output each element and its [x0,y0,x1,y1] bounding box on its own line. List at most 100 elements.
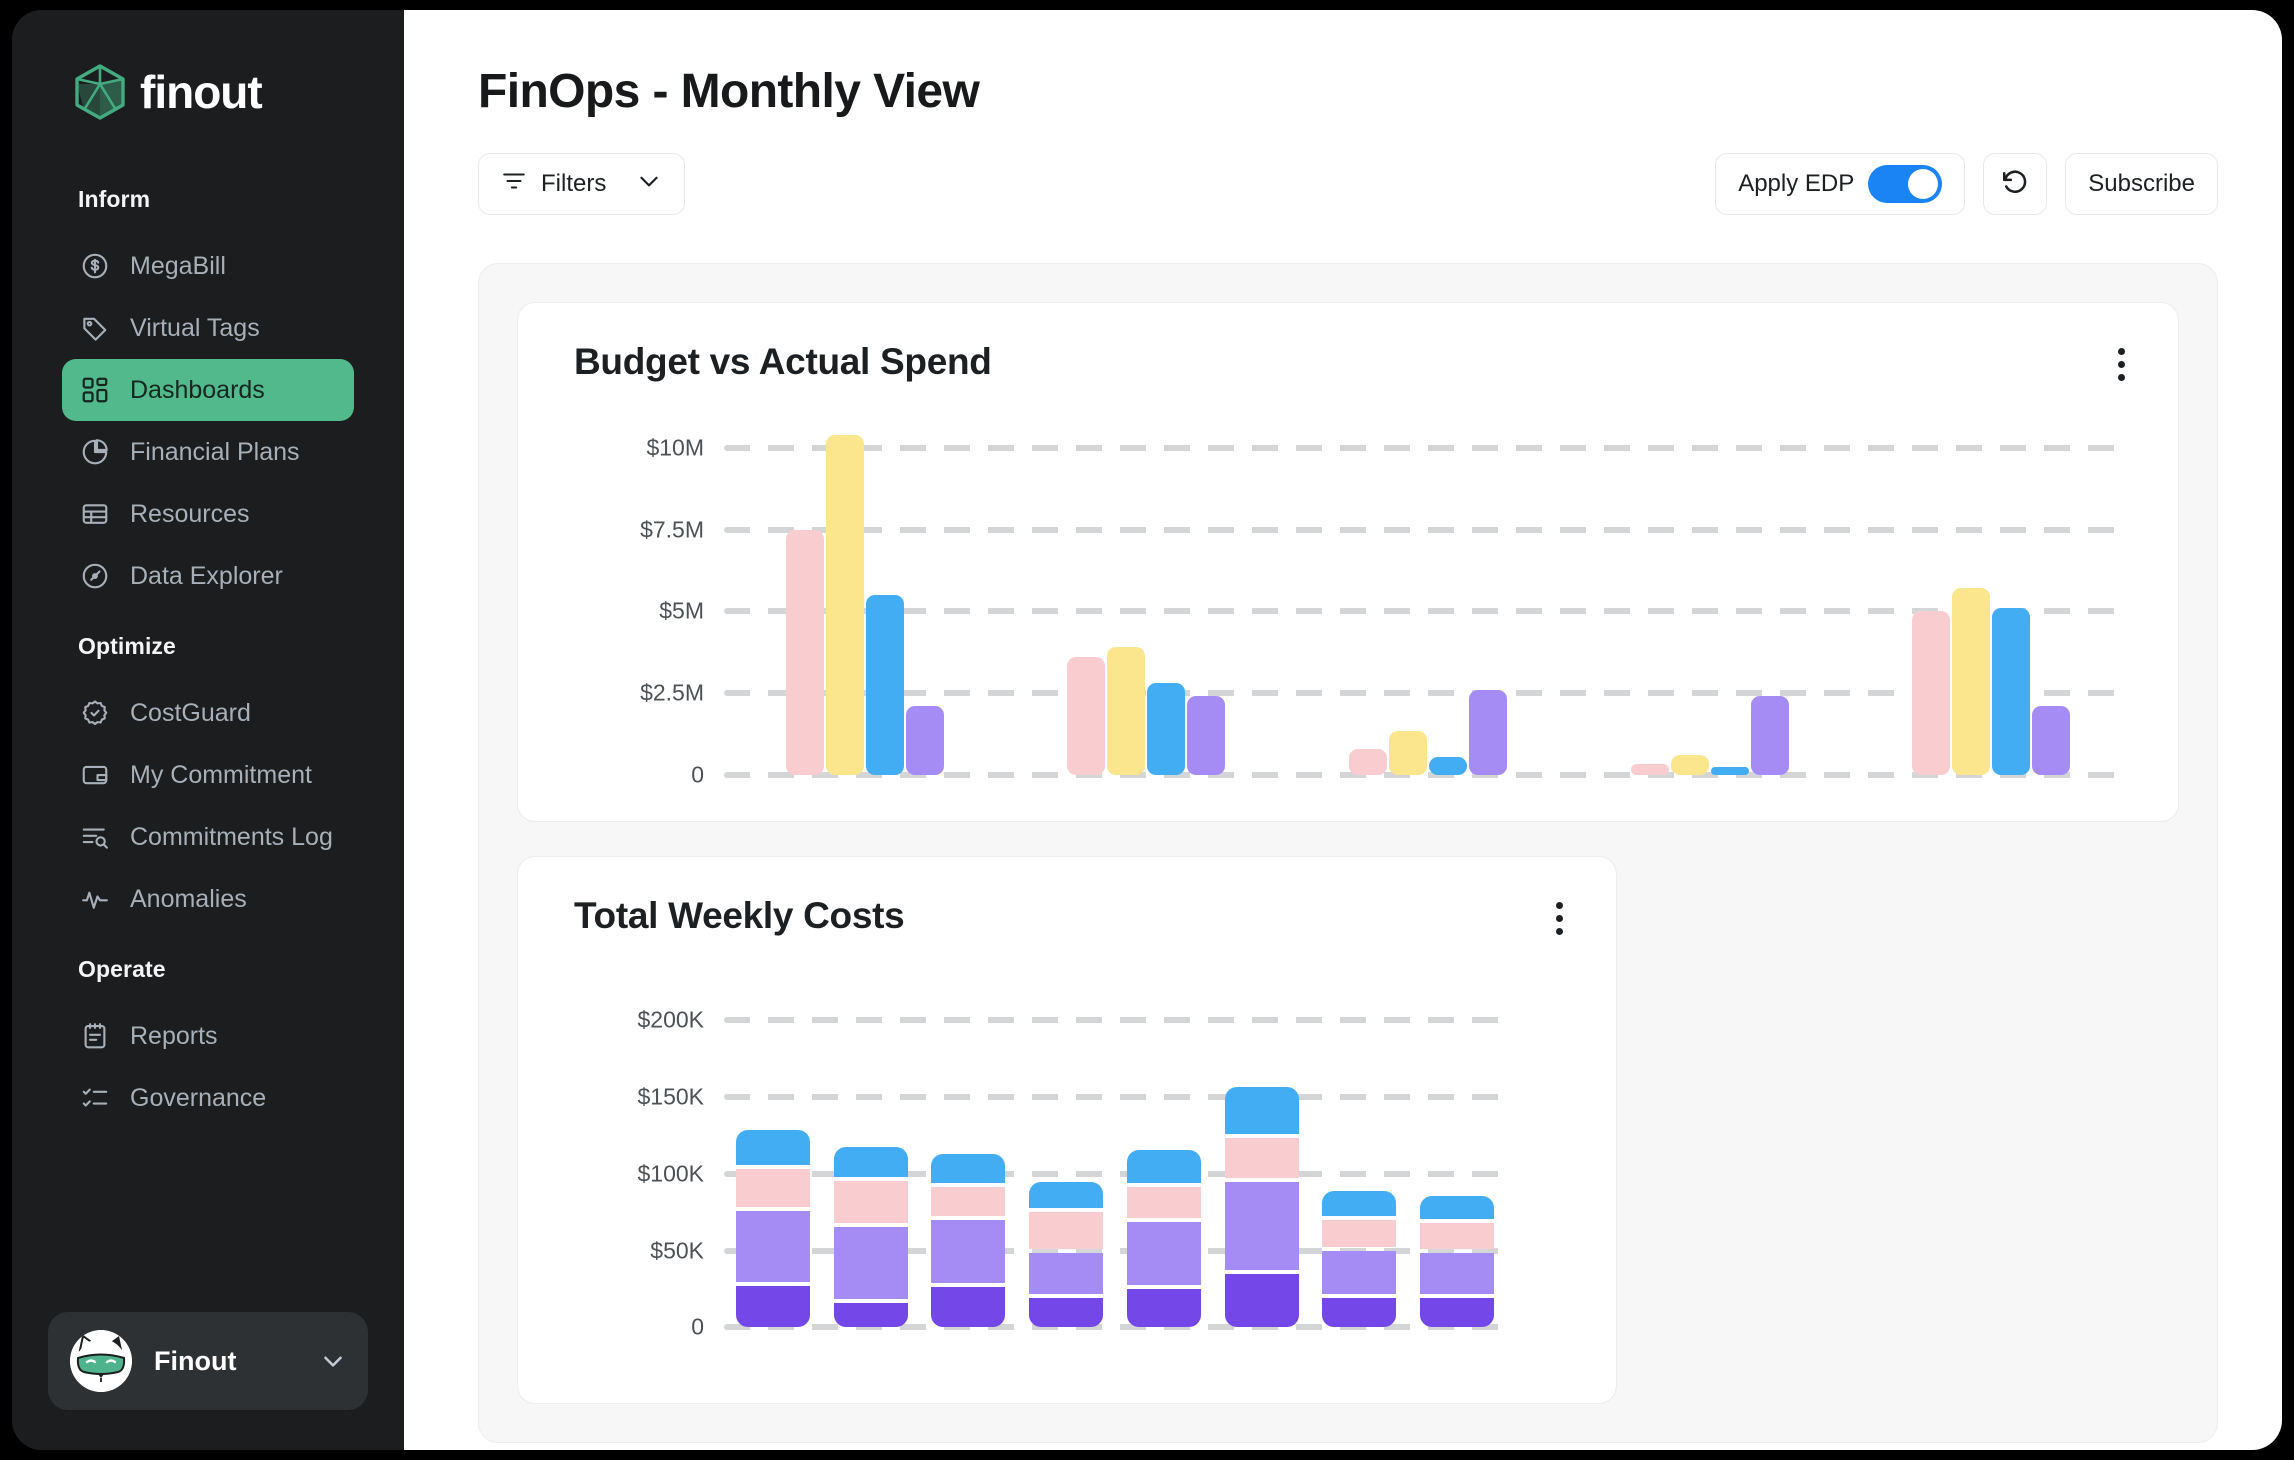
stack-segment[interactable] [833,1146,908,1178]
sidebar-item-resources[interactable]: Resources [62,483,354,545]
kebab-menu-icon[interactable] [1536,895,1582,941]
subscribe-button[interactable]: Subscribe [2065,153,2218,215]
bar[interactable] [905,706,944,775]
nav-section-operate: Operate [78,956,166,982]
stack-segment[interactable] [1322,1191,1397,1216]
sidebar-item-reports[interactable]: Reports [62,1005,354,1067]
sidebar-item-dashboards[interactable]: Dashboards [62,359,354,421]
bar[interactable] [1348,748,1387,775]
stack-segment[interactable] [1322,1219,1397,1248]
stack-segment[interactable] [1029,1211,1104,1249]
stack-segment[interactable] [735,1129,810,1165]
filter-icon [501,168,527,201]
stack-segment[interactable] [1224,1273,1299,1328]
filters-button[interactable]: Filters [478,153,686,215]
stacked-bar [1115,997,1213,1328]
notepad-icon [80,1021,110,1051]
stack-segment[interactable] [1029,1252,1104,1295]
refresh-button[interactable] [1983,153,2048,215]
stack-segment[interactable] [931,1187,1006,1217]
stack-segment[interactable] [1420,1252,1495,1295]
bar-group [1569,415,1851,775]
bar[interactable] [1147,683,1186,775]
sidebar-item-data-explorer[interactable]: Data Explorer [62,545,354,607]
stack-segment[interactable] [833,1302,908,1328]
sidebar-item-megabill[interactable]: MegaBill [62,235,354,297]
stack-segment[interactable] [1420,1195,1495,1219]
bar[interactable] [1428,757,1467,775]
chevron-down-icon[interactable] [320,1348,346,1374]
stack-segment[interactable] [1126,1222,1201,1285]
stack-segment[interactable] [931,1287,1006,1328]
bar[interactable] [1670,755,1709,775]
bar[interactable] [1952,588,1991,775]
sidebar-item-commitments-log[interactable]: Commitments Log [62,806,354,868]
bar[interactable] [2032,706,2071,775]
sidebar-item-financial-plans[interactable]: Financial Plans [62,421,354,483]
bar[interactable] [1107,647,1146,775]
stack-segment[interactable] [1126,1187,1201,1219]
sidebar: finout Inform MegaBill Virtual Tags Dash… [12,10,404,1450]
sidebar-item-virtual-tags[interactable]: Virtual Tags [62,297,354,359]
sidebar-item-label: Commitments Log [130,822,333,851]
stack-segment[interactable] [1224,1138,1299,1179]
stacked-bar [1017,997,1115,1328]
sidebar-item-label: Governance [130,1083,267,1112]
bar[interactable] [1187,696,1226,775]
stack-segment[interactable] [1420,1222,1495,1249]
bar[interactable] [1750,696,1789,775]
stack-segment[interactable] [1126,1288,1201,1328]
chart2-y-axis: $200K $150K $100K $50K 0 [574,997,704,1340]
stack-segment[interactable] [931,1154,1006,1184]
sidebar-item-my-commitment[interactable]: My Commitment [62,744,354,806]
stack-segment[interactable] [735,1285,810,1328]
sidebar-item-label: Virtual Tags [130,313,260,342]
bar[interactable] [1388,730,1427,775]
stack-segment[interactable] [1420,1298,1495,1328]
bar[interactable] [1710,767,1749,775]
stack-segment[interactable] [1224,1182,1299,1270]
apply-edp-toggle[interactable]: Apply EDP [1715,153,1966,215]
subscribe-label: Subscribe [2088,170,2195,197]
main-content: FinOps - Monthly View Filters Apply EDP [404,10,2282,1450]
stack-segment[interactable] [1029,1298,1104,1328]
stack-segment[interactable] [833,1181,908,1223]
toolbar: Filters Apply EDP Subscribe [478,153,2218,215]
sidebar-item-anomalies[interactable]: Anomalies [62,868,354,930]
stack-segment[interactable] [833,1226,908,1299]
stack-segment[interactable] [735,1168,810,1208]
stack-segment[interactable] [735,1211,810,1282]
brand-name: finout [140,66,263,118]
sidebar-item-costguard[interactable]: CostGuard [62,682,354,744]
stack-segment[interactable] [1126,1149,1201,1184]
bar[interactable] [1992,608,2031,775]
stack-segment[interactable] [931,1220,1006,1284]
bar[interactable] [1067,657,1106,775]
toggle-switch[interactable] [1868,165,1943,203]
grid-icon [80,375,110,405]
kebab-menu-icon[interactable] [2098,341,2144,387]
bar[interactable] [1468,689,1507,775]
bar-group [1850,415,2132,775]
brand-logo[interactable]: finout [12,56,404,128]
stack-segment[interactable] [1224,1086,1299,1135]
activity-pulse-icon [80,884,110,914]
account-name: Finout [154,1345,237,1376]
bar[interactable] [825,434,864,775]
bar[interactable] [785,529,824,775]
stack-segment[interactable] [1322,1298,1397,1328]
chart1-plot-area [724,415,2132,775]
sidebar-item-governance[interactable]: Governance [62,1067,354,1129]
apply-edp-label: Apply EDP [1738,170,1855,197]
account-switcher[interactable]: Finout [48,1312,368,1410]
bar[interactable] [865,595,904,775]
badge-check-icon [80,698,110,728]
y-tick-label: $10M [646,434,704,461]
widget-header: Total Weekly Costs [518,857,1616,941]
bar-group [1006,415,1288,775]
chart-budget-vs-actual-spend: $10M $7.5M $5M $2.5M 0 [574,415,2132,788]
stack-segment[interactable] [1029,1181,1104,1208]
stack-segment[interactable] [1322,1251,1397,1295]
bar[interactable] [1912,611,1951,775]
bar[interactable] [1630,764,1669,775]
